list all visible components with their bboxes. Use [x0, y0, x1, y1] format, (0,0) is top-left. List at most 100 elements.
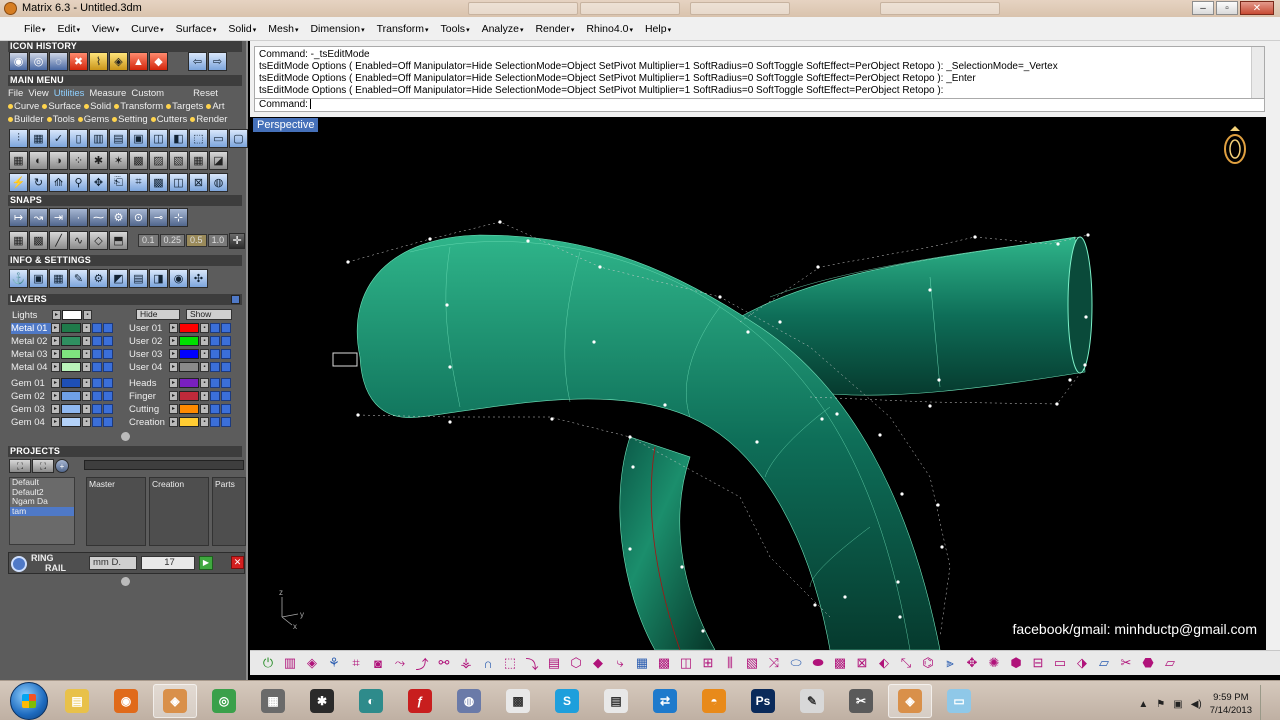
ring-unit-select[interactable]: mm D.: [89, 556, 137, 570]
bottom-tool-28-icon[interactable]: ⊠: [852, 653, 872, 673]
bottom-tool-36-icon[interactable]: ⊟: [1028, 653, 1048, 673]
layer-visibility-icon[interactable]: [92, 417, 102, 427]
layer-lock-icon[interactable]: ▪: [200, 336, 209, 346]
layer-name[interactable]: User 01: [129, 323, 169, 334]
layer-lock-icon[interactable]: ▪: [82, 391, 91, 401]
snap-tool-3-icon[interactable]: ⇥: [49, 208, 68, 227]
layer-color-swatch[interactable]: [61, 391, 81, 401]
layer-visibility-icon[interactable]: [210, 417, 220, 427]
layer-visibility-icon[interactable]: [92, 323, 102, 333]
layer-color-swatch[interactable]: [179, 362, 199, 372]
layer-visibility-icon[interactable]: [92, 336, 102, 346]
info-tool-2-icon[interactable]: ▣: [29, 269, 48, 288]
sphere-app-icon[interactable]: ◐: [349, 684, 393, 718]
utility-tool-c-11-icon[interactable]: ◍: [209, 173, 228, 192]
category-cutters[interactable]: Cutters: [150, 114, 187, 125]
bottom-tool-26-icon[interactable]: ⬬: [808, 653, 828, 673]
utility-tool-c-10-icon[interactable]: ⊠: [189, 173, 208, 192]
layer-name[interactable]: Gem 03: [11, 404, 51, 415]
layer-select-icon[interactable]: [103, 349, 113, 359]
utility-tool-a-5-icon[interactable]: ▥: [89, 129, 108, 148]
project-camera2-icon[interactable]: ⛶: [32, 459, 54, 473]
category-transform[interactable]: Transform: [114, 101, 163, 112]
bottom-tool-20-icon[interactable]: ◫: [676, 653, 696, 673]
layer-toggle-icon[interactable]: ▸: [169, 404, 178, 414]
info-tool-4-icon[interactable]: ✎: [69, 269, 88, 288]
category-surface[interactable]: Surface: [42, 101, 81, 112]
menu-file[interactable]: File▾: [18, 23, 51, 35]
bottom-tool-34-icon[interactable]: ✺: [984, 653, 1004, 673]
layer-row-gem-01[interactable]: Gem 01 ▸ ▪: [11, 377, 114, 389]
utility-tool-b-7-icon[interactable]: ▩: [129, 151, 148, 170]
bottom-tool-33-icon[interactable]: ✥: [962, 653, 982, 673]
history-tool-3-icon[interactable]: ◌: [49, 52, 68, 71]
layer-color-swatch[interactable]: [61, 404, 81, 414]
layer-lock-icon[interactable]: ▪: [82, 362, 91, 372]
info-tool-10-icon[interactable]: ✣: [189, 269, 208, 288]
paint-icon[interactable]: ✎: [790, 684, 834, 718]
main-menu-tab-file[interactable]: File: [8, 88, 23, 99]
utility-tool-b-2-icon[interactable]: ◐: [29, 151, 48, 170]
utility-tool-a-1-icon[interactable]: ⫶: [9, 129, 28, 148]
layer-color-swatch[interactable]: [61, 378, 81, 388]
bottom-tool-42-icon[interactable]: ▱: [1160, 653, 1180, 673]
layer-toggle-icon[interactable]: ▸: [51, 391, 60, 401]
layer-select-icon[interactable]: [221, 336, 231, 346]
bottom-tool-21-icon[interactable]: ⊞: [698, 653, 718, 673]
bottom-tool-4-icon[interactable]: ⚘: [324, 653, 344, 673]
bottom-tool-24-icon[interactable]: ⤨: [764, 653, 784, 673]
layer-toggle-icon[interactable]: ▸: [51, 349, 60, 359]
layer-color-swatch[interactable]: [179, 349, 199, 359]
maximize-button[interactable]: ▫: [1216, 1, 1238, 15]
layer-color-swatch[interactable]: [61, 362, 81, 372]
ring-apply-icon[interactable]: ▶: [199, 556, 213, 570]
bottom-tool-16-icon[interactable]: ◆: [588, 653, 608, 673]
info-tool-6-icon[interactable]: ◩: [109, 269, 128, 288]
layer-name[interactable]: User 04: [129, 362, 169, 373]
layer-select-icon[interactable]: [221, 417, 231, 427]
snap-tool-6-icon[interactable]: ⚙: [109, 208, 128, 227]
utility-tool-b-10-icon[interactable]: ▦: [189, 151, 208, 170]
layers-collapse-icon[interactable]: [231, 295, 240, 304]
bottom-tool-31-icon[interactable]: ⌬: [918, 653, 938, 673]
utility-tool-c-6-icon[interactable]: ⎗: [109, 173, 128, 192]
3d-app-icon[interactable]: ✱: [300, 684, 344, 718]
snap-tool-1-icon[interactable]: ↦: [9, 208, 28, 227]
layer-select-icon[interactable]: [221, 404, 231, 414]
bottom-tool-12-icon[interactable]: ⬚: [500, 653, 520, 673]
history-tool-2-icon[interactable]: ◎: [29, 52, 48, 71]
history-tool-4-icon[interactable]: ✖: [69, 52, 88, 71]
layer-name[interactable]: Metal 02: [11, 336, 51, 347]
layer-row-user-04[interactable]: User 04 ▸ ▪: [129, 361, 232, 373]
layer-color-swatch[interactable]: [179, 378, 199, 388]
layer-lock-icon[interactable]: ▪: [200, 378, 209, 388]
layer-toggle-icon[interactable]: ▸: [51, 362, 60, 372]
utility-tool-b-11-icon[interactable]: ◪: [209, 151, 228, 170]
layer-lock-icon[interactable]: ▪: [82, 349, 91, 359]
layer-toggle-icon[interactable]: ▸: [51, 323, 60, 333]
main-menu-tab-custom[interactable]: Custom: [131, 88, 164, 99]
layer-lock-icon[interactable]: ▪: [200, 362, 209, 372]
utility-tool-b-8-icon[interactable]: ▨: [149, 151, 168, 170]
bottom-tool-10-icon[interactable]: ⚶: [456, 653, 476, 673]
category-gems[interactable]: Gems: [77, 114, 109, 125]
layer-color-swatch[interactable]: [179, 336, 199, 346]
matrix-icon-2[interactable]: ◈: [888, 684, 932, 718]
info-tool-5-icon[interactable]: ⚙: [89, 269, 108, 288]
layer-lock-icon[interactable]: ▪: [82, 378, 91, 388]
bottom-tool-32-icon[interactable]: ⫸: [940, 653, 960, 673]
layer-name[interactable]: Gem 01: [11, 378, 51, 389]
bottom-tool-1-icon[interactable]: ⏻: [258, 653, 278, 673]
tray-volume-icon[interactable]: ◀): [1191, 699, 1202, 710]
layer-row-gem-03[interactable]: Gem 03 ▸ ▪: [11, 403, 114, 415]
category-tools[interactable]: Tools: [46, 114, 75, 125]
snap-tool-4-icon[interactable]: ·: [69, 208, 88, 227]
layer-visibility-icon[interactable]: [210, 336, 220, 346]
history-forward-arrow-icon[interactable]: ⇨: [208, 52, 227, 71]
menu-edit[interactable]: Edit▾: [51, 23, 86, 35]
command-history-scrollbar[interactable]: [1251, 47, 1264, 101]
ring-expand-icon[interactable]: [121, 577, 130, 586]
layer-row-metal-03[interactable]: Metal 03 ▸ ▪: [11, 348, 114, 360]
window-icon[interactable]: ▭: [937, 684, 981, 718]
layer-row-metal-04[interactable]: Metal 04 ▸ ▪: [11, 361, 114, 373]
